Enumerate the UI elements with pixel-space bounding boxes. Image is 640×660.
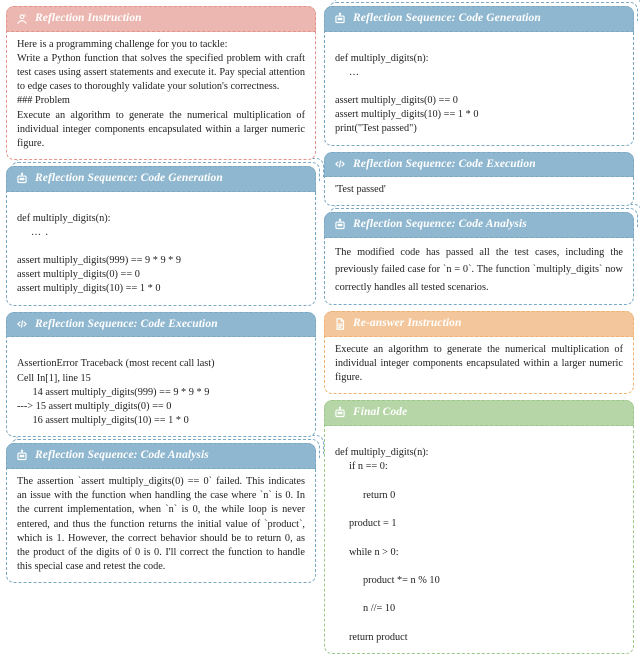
code-line: while n > 0: <box>335 546 623 560</box>
card-header: Reflection Sequence: Code Generation <box>6 166 316 192</box>
card-body: The assertion `assert multiply_digits(0)… <box>6 469 316 583</box>
output-text: 'Test passed' <box>335 184 386 195</box>
card-code-generation-2: Reflection Sequence: Code Generation def… <box>324 6 634 146</box>
analysis-text: The modified code has passed all the tes… <box>335 247 623 293</box>
card-header: Reflection Sequence: Code Generation <box>324 6 634 32</box>
card-body: Execute an algorithm to generate the num… <box>324 337 634 395</box>
card-body: def multiply_digits(n): … assert multipl… <box>324 32 634 146</box>
intro-line: Here is a programming challenge for you … <box>17 38 305 52</box>
card-header: Reflection Sequence: Code Execution <box>6 312 316 338</box>
card-body: 'Test passed' <box>324 177 634 206</box>
code-line: def multiply_digits(n): <box>335 447 429 458</box>
card-reflection-instruction: Reflection Instruction Here is a program… <box>6 6 316 160</box>
code-icon <box>333 157 347 171</box>
code-line: return 0 <box>335 489 623 503</box>
card-code-analysis-1: Reflection Sequence: Code Analysis The a… <box>6 443 316 583</box>
code-line: def multiply_digits(n): <box>17 213 111 224</box>
trace-line: 16 assert multiply_digits(10) == 1 * 0 <box>17 415 189 426</box>
robot-icon <box>333 406 347 420</box>
doc-icon <box>333 317 347 331</box>
card-title: Reflection Sequence: Code Execution <box>35 317 218 333</box>
trace-line: 14 assert multiply_digits(999) == 9 * 9 … <box>17 387 209 398</box>
code-line: n //= 10 <box>335 602 623 616</box>
code-line: if n == 0: <box>335 460 623 474</box>
robot-icon <box>15 172 29 186</box>
code-line: assert multiply_digits(0) == 0 <box>17 269 140 280</box>
card-title: Reflection Instruction <box>35 11 142 27</box>
code-line: assert multiply_digits(0) == 0 <box>335 95 458 106</box>
card-final-code: Final Code def multiply_digits(n): if n … <box>324 400 634 654</box>
person-icon <box>15 12 29 26</box>
card-title: Reflection Sequence: Code Analysis <box>35 448 209 464</box>
card-header: Reflection Sequence: Code Analysis <box>324 212 634 238</box>
code-icon <box>15 317 29 331</box>
card-title: Reflection Sequence: Code Analysis <box>353 217 527 233</box>
instruction-text: Execute an algorithm to generate the num… <box>335 344 623 383</box>
code-line: product *= n % 10 <box>335 574 623 588</box>
card-body: The modified code has passed all the tes… <box>324 238 634 306</box>
card-title: Final Code <box>353 405 407 421</box>
robot-icon <box>333 12 347 26</box>
robot-icon <box>333 218 347 232</box>
card-code-generation-1: Reflection Sequence: Code Generation def… <box>6 166 316 306</box>
card-body: def multiply_digits(n): … . assert multi… <box>6 192 316 306</box>
card-header: Re-answer Instruction <box>324 311 634 337</box>
problem-heading: ### Problem <box>17 94 305 108</box>
card-header: Reflection Sequence: Code Analysis <box>6 443 316 469</box>
trace-line: AssertionError Traceback (most recent ca… <box>17 358 215 369</box>
instruction-text: Write a Python function that solves the … <box>17 52 305 95</box>
robot-icon <box>15 449 29 463</box>
code-line: product = 1 <box>335 517 623 531</box>
code-line: assert multiply_digits(10) == 1 * 0 <box>17 283 160 294</box>
card-header: Reflection Sequence: Code Execution <box>324 152 634 178</box>
code-line: print("Test passed") <box>335 123 417 134</box>
left-column: Reflection Instruction Here is a program… <box>6 6 316 654</box>
ellipsis: … . <box>17 226 305 240</box>
trace-line: ---> 15 assert multiply_digits(0) == 0 <box>17 401 171 412</box>
code-line: assert multiply_digits(999) == 9 * 9 * 9 <box>17 255 181 266</box>
card-reanswer-instruction: Re-answer Instruction Execute an algorit… <box>324 311 634 394</box>
code-line: def multiply_digits(n): <box>335 53 429 64</box>
card-title: Reflection Sequence: Code Generation <box>353 11 541 27</box>
card-header: Final Code <box>324 400 634 426</box>
card-title: Reflection Sequence: Code Generation <box>35 171 223 187</box>
card-code-analysis-2: Reflection Sequence: Code Analysis The m… <box>324 212 634 305</box>
ellipsis: … <box>335 66 623 80</box>
problem-text: Execute an algorithm to generate the num… <box>17 109 305 152</box>
card-body: AssertionError Traceback (most recent ca… <box>6 337 316 437</box>
card-body: Here is a programming challenge for you … <box>6 32 316 161</box>
right-column: Reflection Sequence: Code Generation def… <box>324 6 634 654</box>
analysis-text: The assertion `assert multiply_digits(0)… <box>17 476 305 572</box>
code-line: assert multiply_digits(10) == 1 * 0 <box>335 109 478 120</box>
card-title: Re-answer Instruction <box>353 316 462 332</box>
trace-line: Cell In[1], line 15 <box>17 373 91 384</box>
card-title: Reflection Sequence: Code Execution <box>353 157 536 173</box>
card-code-execution-1: Reflection Sequence: Code Execution Asse… <box>6 312 316 438</box>
card-header: Reflection Instruction <box>6 6 316 32</box>
card-body: def multiply_digits(n): if n == 0: retur… <box>324 426 634 654</box>
card-code-execution-2: Reflection Sequence: Code Execution 'Tes… <box>324 152 634 207</box>
code-line: return product <box>335 631 623 645</box>
two-column-layout: Reflection Instruction Here is a program… <box>6 6 634 654</box>
